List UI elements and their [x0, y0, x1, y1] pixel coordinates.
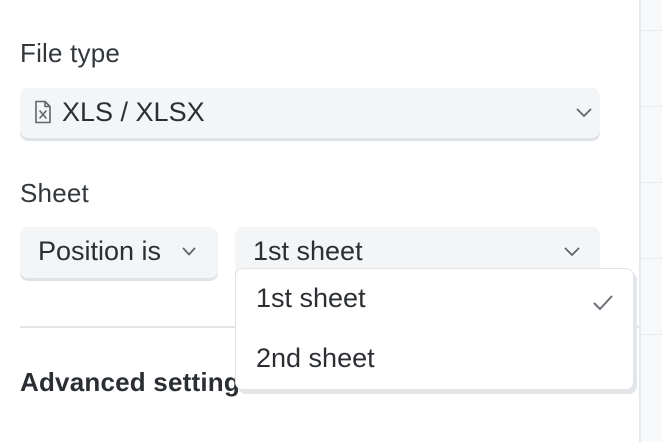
checkmark-icon: [593, 287, 613, 310]
sheet-options-menu: 1st sheet 2nd sheet: [235, 268, 634, 390]
chevron-down-icon: [576, 108, 592, 118]
chevron-down-icon: [182, 247, 196, 257]
sheet-option-2nd[interactable]: 2nd sheet: [236, 331, 633, 387]
sheet-condition-select[interactable]: Position is: [20, 227, 218, 278]
edge-divider: [641, 258, 662, 259]
excel-file-icon: [34, 100, 52, 124]
sheet-option-1st[interactable]: 1st sheet: [236, 271, 633, 327]
menu-item-label: 2nd sheet: [256, 343, 375, 373]
chevron-down-icon: [564, 247, 580, 257]
file-type-label: File type: [20, 38, 121, 68]
file-type-value: XLS / XLSX: [62, 97, 205, 127]
import-settings-panel: File type XLS / XLSX Sheet Position is 1…: [0, 0, 662, 442]
adjacent-panel-edge: [639, 0, 662, 442]
sheet-label: Sheet: [20, 178, 89, 208]
menu-item-label: 1st sheet: [256, 283, 366, 313]
file-type-select[interactable]: XLS / XLSX: [20, 88, 600, 138]
advanced-settings-toggle[interactable]: Advanced settings: [20, 367, 255, 398]
edge-divider: [641, 334, 662, 335]
sheet-value: 1st sheet: [253, 236, 363, 266]
edge-divider: [641, 182, 662, 183]
edge-divider: [641, 106, 662, 107]
sheet-condition-value: Position is: [38, 236, 162, 266]
edge-divider: [641, 30, 662, 31]
